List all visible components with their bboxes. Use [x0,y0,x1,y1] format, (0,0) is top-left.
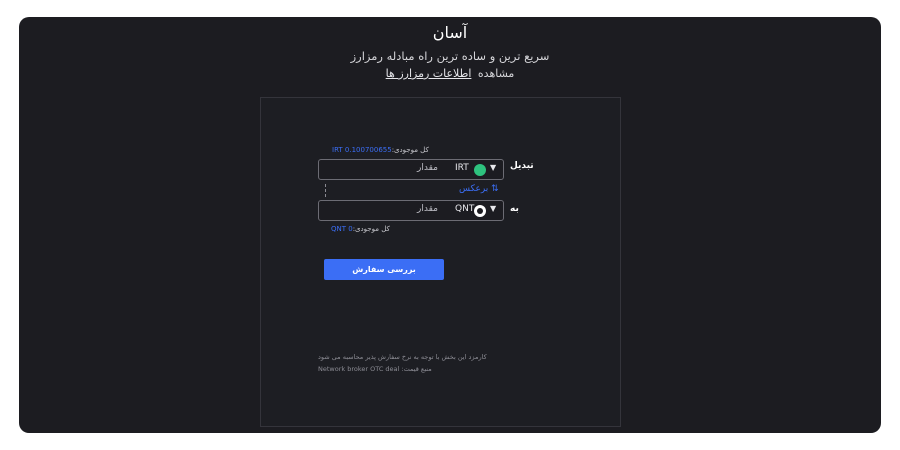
to-amount-field[interactable]: ▼ QNT مقدار [318,200,504,221]
to-balance-label: کل موجودی: [352,225,390,233]
qnt-coin-icon [474,205,486,217]
info-prefix: مشاهده [477,67,515,80]
fee-note: کارمزد این بخش با توجه به نرخ سفارش پذیر… [318,353,487,361]
to-balance-value[interactable]: QNT 0 [331,225,353,233]
to-balance: کل موجودی:QNT 0 [331,225,390,233]
review-order-button[interactable]: بررسی سفارش [324,259,444,280]
from-amount-field[interactable]: ▼ IRT مقدار [318,159,504,180]
exchange-panel: کل موجودی:IRT 0.100700655 تبدیل ▼ IRT مق… [260,97,621,427]
chevron-down-icon[interactable]: ▼ [490,163,496,172]
irt-coin-icon [474,164,486,176]
to-amount-placeholder: مقدار [417,204,438,214]
from-amount-placeholder: مقدار [417,163,438,173]
to-currency[interactable]: QNT [455,204,474,214]
crypto-info-link[interactable]: اطلاعات رمزارز ها [386,67,472,80]
from-balance: کل موجودی:IRT 0.100700655 [332,146,429,154]
swap-button[interactable]: ⇅ برعکس [459,184,499,194]
chevron-down-icon[interactable]: ▼ [490,204,496,213]
from-balance-value[interactable]: IRT 0.100700655 [332,146,392,154]
exchange-window: آسان سریع ترین و ساده ترین راه مبادله رم… [19,17,881,433]
price-source-note: منبع قیمت: Network broker OTC deal [318,365,432,373]
from-balance-label: کل موجودی: [391,146,429,154]
connector-line [325,184,326,197]
to-label: به [510,204,519,214]
from-currency[interactable]: IRT [455,163,469,173]
info-line: مشاهده اطلاعات رمزارز ها [19,67,881,80]
from-label: تبدیل [510,161,534,171]
page-subtitle: سریع ترین و ساده ترین راه مبادله رمزارز [350,49,550,63]
page-title: آسان [432,23,468,42]
